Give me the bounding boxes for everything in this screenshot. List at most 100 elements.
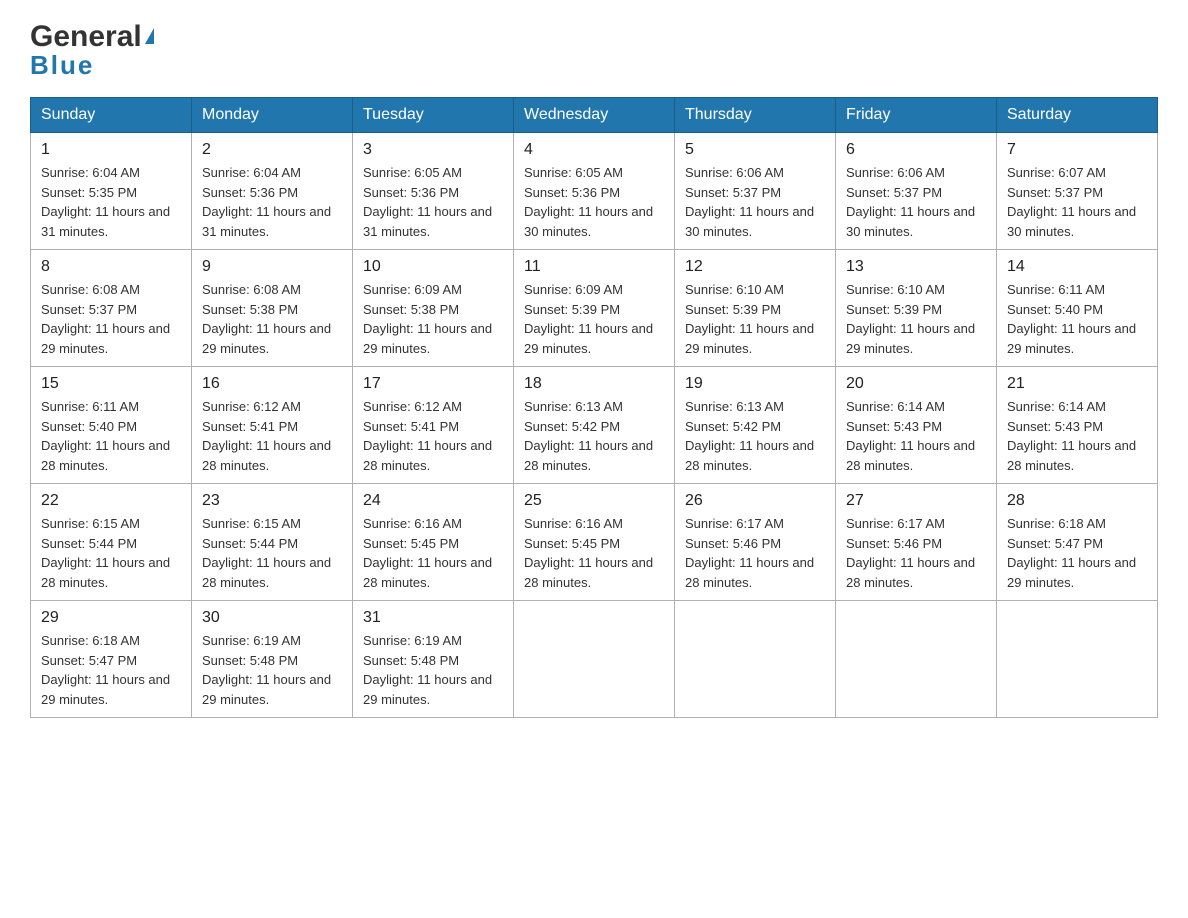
- day-number: 1: [41, 141, 181, 159]
- day-info: Sunrise: 6:07 AMSunset: 5:37 PMDaylight:…: [1007, 165, 1136, 239]
- day-number: 31: [363, 609, 503, 627]
- day-info: Sunrise: 6:10 AMSunset: 5:39 PMDaylight:…: [685, 282, 814, 356]
- day-number: 24: [363, 492, 503, 510]
- day-cell-26: 26Sunrise: 6:17 AMSunset: 5:46 PMDayligh…: [675, 484, 836, 601]
- day-cell-14: 14 Sunrise: 6:11 AMSunset: 5:40 PMDayligh…: [997, 250, 1158, 367]
- day-cell-18: 18 Sunrise: 6:13 AMSunset: 5:42 PMDayligh…: [514, 367, 675, 484]
- day-info: Sunrise: 6:11 AMSunset: 5:40 PMDaylight:…: [41, 399, 170, 473]
- day-number: 18: [524, 375, 664, 393]
- day-cell-20: 20Sunrise: 6:14 AMSunset: 5:43 PMDayligh…: [836, 367, 997, 484]
- day-info: Sunrise: 6:15 AMSunset: 5:44 PMDaylight:…: [41, 516, 170, 590]
- week-row-2: 8 Sunrise: 6:08 AMSunset: 5:37 PMDaylight…: [31, 250, 1158, 367]
- header-tuesday: Tuesday: [353, 98, 514, 133]
- day-number: 15: [41, 375, 181, 393]
- header-saturday: Saturday: [997, 98, 1158, 133]
- day-cell-24: 24 Sunrise: 6:16 AMSunset: 5:45 PMDayligh…: [353, 484, 514, 601]
- day-cell-4: 4 Sunrise: 6:05 AMSunset: 5:36 PMDaylight…: [514, 133, 675, 250]
- logo-general: General: [30, 20, 142, 54]
- day-number: 5: [685, 141, 825, 159]
- day-cell-31: 31 Sunrise: 6:19 AMSunset: 5:48 PMDayligh…: [353, 601, 514, 718]
- day-number: 28: [1007, 492, 1147, 510]
- day-cell-1: 1 Sunrise: 6:04 AMSunset: 5:35 PMDaylight…: [31, 133, 192, 250]
- day-cell-22: 22 Sunrise: 6:15 AMSunset: 5:44 PMDayligh…: [31, 484, 192, 601]
- day-number: 13: [846, 258, 986, 276]
- day-cell-6: 6 Sunrise: 6:06 AMSunset: 5:37 PMDaylight…: [836, 133, 997, 250]
- day-number: 2: [202, 141, 342, 159]
- day-info: Sunrise: 6:13 AMSunset: 5:42 PMDaylight:…: [685, 399, 814, 473]
- empty-cell: [836, 601, 997, 718]
- day-info: Sunrise: 6:16 AMSunset: 5:45 PMDaylight:…: [363, 516, 492, 590]
- day-cell-19: 19 Sunrise: 6:13 AMSunset: 5:42 PMDayligh…: [675, 367, 836, 484]
- header-thursday: Thursday: [675, 98, 836, 133]
- day-number: 17: [363, 375, 503, 393]
- day-info: Sunrise: 6:06 AMSunset: 5:37 PMDaylight:…: [846, 165, 975, 239]
- week-row-1: 1 Sunrise: 6:04 AMSunset: 5:35 PMDaylight…: [31, 133, 1158, 250]
- day-info: Sunrise: 6:18 AMSunset: 5:47 PMDaylight:…: [41, 633, 170, 707]
- header-wednesday: Wednesday: [514, 98, 675, 133]
- day-number: 22: [41, 492, 181, 510]
- day-info: Sunrise: 6:04 AMSunset: 5:36 PMDaylight:…: [202, 165, 331, 239]
- day-cell-3: 3Sunrise: 6:05 AMSunset: 5:36 PMDaylight…: [353, 133, 514, 250]
- day-cell-30: 30Sunrise: 6:19 AMSunset: 5:48 PMDayligh…: [192, 601, 353, 718]
- logo-triangle-icon: [145, 28, 154, 44]
- week-row-4: 22 Sunrise: 6:15 AMSunset: 5:44 PMDayligh…: [31, 484, 1158, 601]
- day-info: Sunrise: 6:06 AMSunset: 5:37 PMDaylight:…: [685, 165, 814, 239]
- day-cell-23: 23 Sunrise: 6:15 AMSunset: 5:44 PMDayligh…: [192, 484, 353, 601]
- calendar-table: SundayMondayTuesdayWednesdayThursdayFrid…: [30, 97, 1158, 718]
- day-info: Sunrise: 6:08 AMSunset: 5:38 PMDaylight:…: [202, 282, 331, 356]
- logo: General Blue: [30, 20, 154, 81]
- empty-cell: [997, 601, 1158, 718]
- day-cell-27: 27 Sunrise: 6:17 AMSunset: 5:46 PMDayligh…: [836, 484, 997, 601]
- day-cell-10: 10 Sunrise: 6:09 AMSunset: 5:38 PMDayligh…: [353, 250, 514, 367]
- day-info: Sunrise: 6:19 AMSunset: 5:48 PMDaylight:…: [363, 633, 492, 707]
- day-number: 7: [1007, 141, 1147, 159]
- week-row-3: 15 Sunrise: 6:11 AMSunset: 5:40 PMDayligh…: [31, 367, 1158, 484]
- week-row-5: 29 Sunrise: 6:18 AMSunset: 5:47 PMDayligh…: [31, 601, 1158, 718]
- day-number: 12: [685, 258, 825, 276]
- day-info: Sunrise: 6:14 AMSunset: 5:43 PMDaylight:…: [1007, 399, 1136, 473]
- day-info: Sunrise: 6:09 AMSunset: 5:38 PMDaylight:…: [363, 282, 492, 356]
- day-info: Sunrise: 6:09 AMSunset: 5:39 PMDaylight:…: [524, 282, 653, 356]
- header-sunday: Sunday: [31, 98, 192, 133]
- header-monday: Monday: [192, 98, 353, 133]
- day-number: 21: [1007, 375, 1147, 393]
- day-number: 10: [363, 258, 503, 276]
- day-info: Sunrise: 6:10 AMSunset: 5:39 PMDaylight:…: [846, 282, 975, 356]
- day-cell-29: 29 Sunrise: 6:18 AMSunset: 5:47 PMDayligh…: [31, 601, 192, 718]
- day-cell-17: 17 Sunrise: 6:12 AMSunset: 5:41 PMDayligh…: [353, 367, 514, 484]
- day-cell-2: 2 Sunrise: 6:04 AMSunset: 5:36 PMDaylight…: [192, 133, 353, 250]
- day-number: 27: [846, 492, 986, 510]
- day-cell-28: 28Sunrise: 6:18 AMSunset: 5:47 PMDayligh…: [997, 484, 1158, 601]
- day-info: Sunrise: 6:05 AMSunset: 5:36 PMDaylight:…: [524, 165, 653, 239]
- day-info: Sunrise: 6:11 AMSunset: 5:40 PMDaylight:…: [1007, 282, 1136, 356]
- day-number: 3: [363, 141, 503, 159]
- day-number: 29: [41, 609, 181, 627]
- day-cell-13: 13 Sunrise: 6:10 AMSunset: 5:39 PMDayligh…: [836, 250, 997, 367]
- day-info: Sunrise: 6:13 AMSunset: 5:42 PMDaylight:…: [524, 399, 653, 473]
- day-cell-21: 21 Sunrise: 6:14 AMSunset: 5:43 PMDayligh…: [997, 367, 1158, 484]
- day-cell-11: 11Sunrise: 6:09 AMSunset: 5:39 PMDayligh…: [514, 250, 675, 367]
- day-number: 4: [524, 141, 664, 159]
- day-number: 19: [685, 375, 825, 393]
- day-cell-8: 8 Sunrise: 6:08 AMSunset: 5:37 PMDaylight…: [31, 250, 192, 367]
- day-info: Sunrise: 6:17 AMSunset: 5:46 PMDaylight:…: [846, 516, 975, 590]
- day-number: 8: [41, 258, 181, 276]
- day-info: Sunrise: 6:04 AMSunset: 5:35 PMDaylight:…: [41, 165, 170, 239]
- day-info: Sunrise: 6:15 AMSunset: 5:44 PMDaylight:…: [202, 516, 331, 590]
- logo-blue: Blue: [30, 50, 94, 81]
- empty-cell: [675, 601, 836, 718]
- day-info: Sunrise: 6:14 AMSunset: 5:43 PMDaylight:…: [846, 399, 975, 473]
- day-info: Sunrise: 6:08 AMSunset: 5:37 PMDaylight:…: [41, 282, 170, 356]
- day-number: 9: [202, 258, 342, 276]
- day-cell-25: 25Sunrise: 6:16 AMSunset: 5:45 PMDayligh…: [514, 484, 675, 601]
- day-number: 26: [685, 492, 825, 510]
- day-number: 14: [1007, 258, 1147, 276]
- day-cell-9: 9 Sunrise: 6:08 AMSunset: 5:38 PMDaylight…: [192, 250, 353, 367]
- day-number: 30: [202, 609, 342, 627]
- day-info: Sunrise: 6:12 AMSunset: 5:41 PMDaylight:…: [363, 399, 492, 473]
- day-number: 23: [202, 492, 342, 510]
- day-cell-12: 12 Sunrise: 6:10 AMSunset: 5:39 PMDayligh…: [675, 250, 836, 367]
- day-number: 16: [202, 375, 342, 393]
- empty-cell: [514, 601, 675, 718]
- day-number: 6: [846, 141, 986, 159]
